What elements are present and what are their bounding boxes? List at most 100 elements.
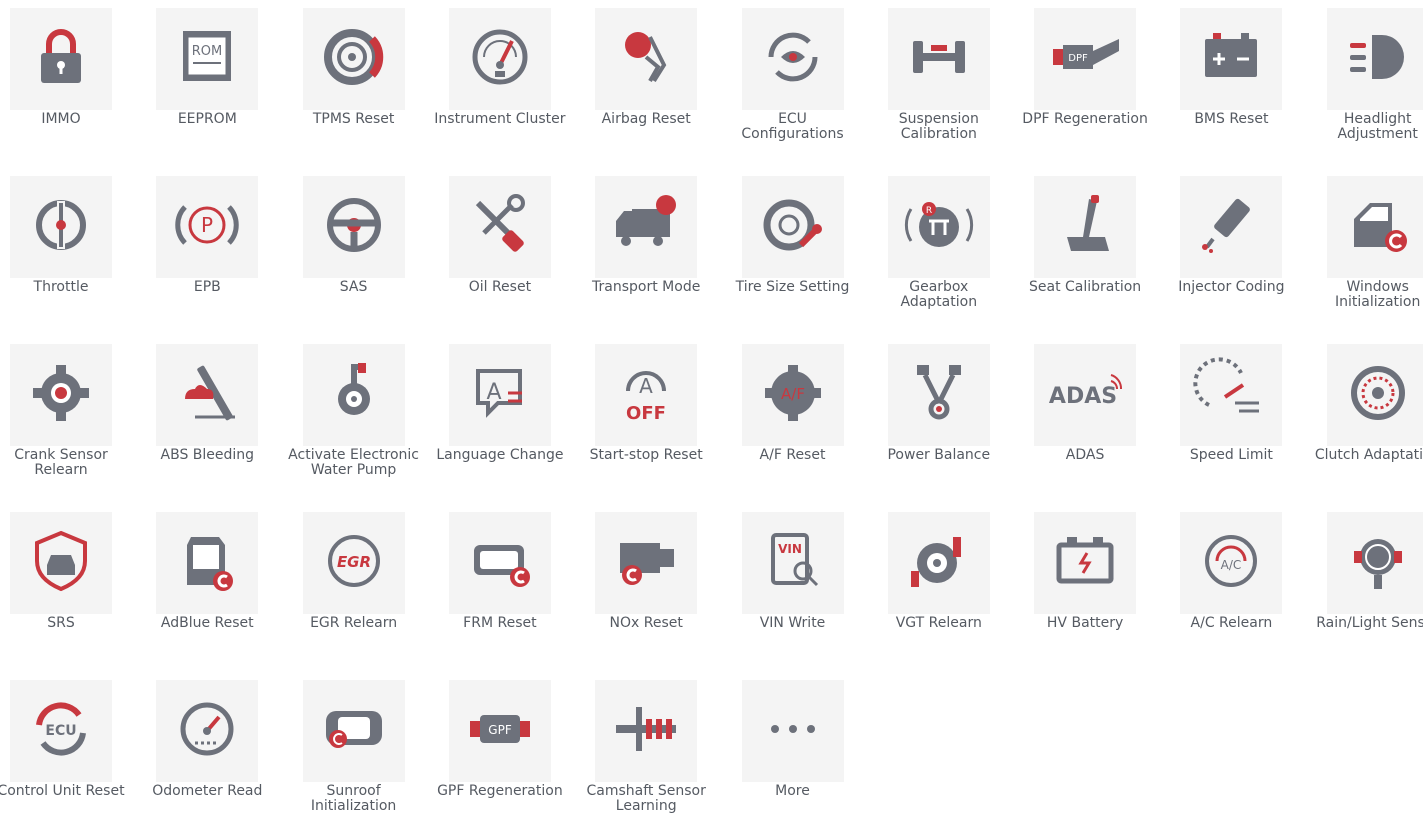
clutch-icon — [1342, 357, 1414, 433]
function-tile-hv-battery[interactable]: HV Battery — [1024, 504, 1170, 672]
function-tile-label: EPB — [193, 279, 221, 295]
function-tile-odometer[interactable]: Odometer Read — [146, 672, 292, 840]
car-shield-icon — [25, 525, 97, 601]
function-tile-seat[interactable]: Seat Calibration — [1024, 168, 1170, 336]
egr-icon: EGR — [318, 525, 390, 601]
function-tile-more-dots[interactable]: More — [732, 672, 878, 840]
vin-search-icon: VIN — [757, 525, 829, 601]
svg-text:A: A — [639, 374, 653, 398]
function-tile-adas[interactable]: ADAS ADAS — [1024, 336, 1170, 504]
function-tile-icon-box — [10, 8, 112, 110]
throttle-icon — [25, 189, 97, 265]
abs-bleed-icon — [171, 357, 243, 433]
turbo-icon — [903, 525, 975, 601]
function-tile-icon-box — [1326, 344, 1423, 446]
function-tile-icon-box: GPF — [448, 680, 551, 782]
function-tile-dpf-filter[interactable]: DPF DPF Regeneration — [1022, 0, 1170, 168]
battery-icon — [1195, 21, 1267, 97]
function-tile-icon-box: A — [448, 344, 551, 446]
function-tile-car-door[interactable]: Windows Initialization — [1317, 168, 1423, 336]
function-tile-label: A/F Reset — [759, 447, 826, 463]
function-tile-label: Tire Size Setting — [735, 279, 850, 295]
function-tile-label: SAS — [339, 279, 368, 295]
function-tile-parking-brake[interactable]: P EPB — [146, 168, 292, 336]
function-tile-icon-box — [1180, 8, 1283, 110]
padlock-icon — [25, 21, 97, 97]
function-tile-nox-sensor[interactable]: NOx Reset — [585, 504, 731, 672]
function-tile-steering-wheel[interactable]: SAS — [293, 168, 439, 336]
module-icon — [464, 525, 536, 601]
function-tile-sunroof[interactable]: Sunroof Initialization — [293, 672, 439, 840]
function-tile-axle[interactable]: Suspension Calibration — [878, 0, 1024, 168]
function-tile-rom-chip[interactable]: ROM EEPROM — [146, 0, 292, 168]
language-icon: A — [464, 357, 536, 433]
function-tile-wrench-screwdriver[interactable]: Oil Reset — [439, 168, 585, 336]
function-tile-padlock[interactable]: IMMO — [0, 0, 146, 168]
function-tile-af-cog[interactable]: A/F A/F Reset — [732, 336, 878, 504]
function-tile-icon-box — [1326, 512, 1423, 614]
function-tile-camshaft[interactable]: Camshaft Sensor Learning — [585, 672, 731, 840]
function-tile-icon-box — [741, 8, 844, 110]
function-tile-car-shield[interactable]: SRS — [0, 504, 146, 672]
svg-text:P: P — [201, 213, 213, 237]
function-tile-gauge[interactable]: Instrument Cluster — [434, 0, 585, 168]
function-tile-module[interactable]: FRM Reset — [439, 504, 585, 672]
speed-limit-icon — [1193, 357, 1267, 433]
function-tile-icon-box — [887, 344, 990, 446]
svg-text:R: R — [926, 206, 932, 216]
function-tile-label: VGT Relearn — [895, 615, 982, 631]
svg-text:A/C: A/C — [1221, 558, 1242, 572]
function-tile-eye-refresh[interactable]: ECU Configurations — [732, 0, 878, 168]
hv-battery-icon — [1049, 525, 1121, 601]
function-tile-truck[interactable]: Transport Mode — [585, 168, 731, 336]
function-tile-icon-box — [156, 344, 259, 446]
function-tile-headlight[interactable]: Headlight Adjustment — [1317, 0, 1423, 168]
airbag-icon — [610, 21, 682, 97]
function-tile-label: DPF Regeneration — [1022, 111, 1148, 127]
function-tile-language[interactable]: A Language Change — [436, 336, 585, 504]
function-tile-egr[interactable]: EGR EGR Relearn — [293, 504, 439, 672]
function-tile-icon-box — [887, 512, 990, 614]
function-tile-clutch[interactable]: Clutch Adaptation — [1315, 336, 1423, 504]
function-tile-injector[interactable]: Injector Coding — [1170, 168, 1316, 336]
more-dots-icon — [757, 693, 829, 769]
steering-wheel-icon — [318, 189, 390, 265]
function-tile-airbag[interactable]: Airbag Reset — [585, 0, 731, 168]
function-tile-label: Activate Electronic Water Pump — [288, 447, 420, 478]
function-tile-gear-shift[interactable]: R Gearbox Adaptation — [878, 168, 1024, 336]
function-tile-water-pump[interactable]: Activate Electronic Water Pump — [288, 336, 439, 504]
function-tile-icon-box: EGR — [302, 512, 405, 614]
water-pump-icon — [318, 357, 390, 433]
function-tile-pistons[interactable]: Power Balance — [878, 336, 1024, 504]
function-tile-label: Suspension Calibration — [898, 111, 979, 142]
function-tile-ac-gauge[interactable]: A/C A/C Relearn — [1170, 504, 1316, 672]
function-tile-icon-box — [1326, 176, 1423, 278]
function-tile-tire-wrench[interactable]: Tire Size Setting — [732, 168, 878, 336]
function-tile-cog[interactable]: Crank Sensor Relearn — [0, 336, 146, 504]
function-tile-auto-off[interactable]: A OFF Start-stop Reset — [585, 336, 731, 504]
function-tile-rain-sensor[interactable]: Rain/Light Sensor — [1316, 504, 1423, 672]
function-tile-speed-limit[interactable]: Speed Limit — [1170, 336, 1316, 504]
ac-gauge-icon: A/C — [1195, 525, 1267, 601]
function-tile-throttle[interactable]: Throttle — [0, 168, 146, 336]
function-tile-icon-box — [10, 176, 112, 278]
gauge-icon — [464, 21, 536, 97]
function-tile-icon-box — [887, 8, 990, 110]
rom-chip-icon: ROM — [171, 21, 243, 97]
function-tile-label: Sunroof Initialization — [310, 783, 397, 814]
function-tile-adblue-tank[interactable]: AdBlue Reset — [146, 504, 292, 672]
function-tile-label: ABS Bleeding — [160, 447, 255, 463]
function-tile-label: ADAS — [1065, 447, 1105, 463]
function-tile-label: Odometer Read — [152, 783, 263, 799]
function-tile-icon-box — [595, 8, 698, 110]
function-tile-ecu-reset[interactable]: ECU Control Unit Reset — [0, 672, 146, 840]
function-tile-label: Airbag Reset — [601, 111, 691, 127]
function-tile-icon-box — [302, 176, 405, 278]
function-tile-vin-search[interactable]: VIN VIN Write — [732, 504, 878, 672]
function-tile-battery[interactable]: BMS Reset — [1170, 0, 1316, 168]
function-tile-abs-bleed[interactable]: ABS Bleeding — [146, 336, 292, 504]
function-tile-gpf-filter[interactable]: GPF GPF Regeneration — [437, 672, 585, 840]
function-tile-turbo[interactable]: VGT Relearn — [878, 504, 1024, 672]
function-tile-tire[interactable]: TPMS Reset — [293, 0, 439, 168]
function-tile-label: TPMS Reset — [312, 111, 395, 127]
